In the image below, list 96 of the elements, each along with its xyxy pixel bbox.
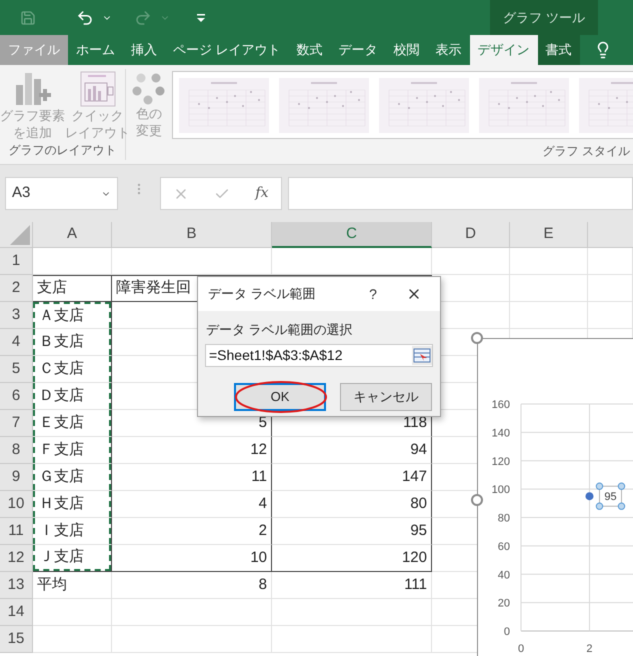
row-header[interactable]: 1 [0, 248, 33, 275]
select-all-corner-icon[interactable] [10, 225, 30, 245]
ribbon-tab[interactable]: 挿入 [123, 35, 165, 65]
table-cell: Ｅ支店 [33, 410, 111, 436]
dialog-button[interactable]: キャンセル [340, 382, 432, 410]
help-button[interactable]: ? [358, 284, 388, 304]
y-tick-label: 0 [504, 626, 510, 638]
row-header[interactable]: 10 [0, 491, 33, 518]
customize-icon[interactable] [196, 12, 206, 22]
ribbon-tab[interactable]: 書式 [538, 35, 580, 65]
table-cell-text: 12 [249, 440, 268, 460]
row-header[interactable]: 6 [0, 383, 33, 410]
table-cell-text: 支店 [36, 278, 68, 298]
row-header[interactable]: 15 [0, 626, 33, 653]
range-select-icon[interactable] [412, 346, 432, 364]
save-icon[interactable] [20, 10, 36, 26]
ribbon-tab[interactable]: ホーム [68, 35, 123, 65]
context-tab-header: グラフ ツール [490, 0, 598, 35]
formula-input[interactable] [288, 177, 633, 210]
table-cell-text: 118 [402, 412, 428, 433]
table-cell: Ｈ支店 [33, 491, 111, 517]
column-header[interactable]: C [272, 222, 432, 248]
data-point[interactable] [585, 492, 594, 500]
row-header[interactable]: 4 [0, 329, 33, 356]
y-tick-label: 160 [492, 399, 510, 411]
layout-icon [80, 71, 116, 107]
table-cell-text: 80 [409, 494, 428, 514]
name-box[interactable]: A3 [5, 177, 118, 210]
chart-area[interactable]: 0 20 40 60 80 100 120 140 160 0 2 95 [477, 338, 633, 656]
chart-add-icon [14, 71, 52, 107]
column-header[interactable]: A [33, 222, 112, 248]
row-header[interactable]: 9 [0, 464, 33, 491]
y-tick-label: 100 [492, 484, 510, 496]
table-cell-text: 120 [400, 548, 428, 568]
table-cell: Ｆ支店 [33, 437, 111, 463]
row-header[interactable]: 8 [0, 437, 33, 464]
table-cell-text: 11 [250, 466, 268, 487]
column-header[interactable] [588, 222, 633, 248]
ribbon-tab[interactable]: 校閲 [386, 35, 428, 65]
chart-style-thumbnail[interactable] [179, 78, 269, 132]
chart-style-thumbnail[interactable] [379, 78, 469, 132]
table-cell: Ｃ支店 [33, 356, 111, 382]
y-tick-label: 80 [498, 512, 510, 524]
table-cell-text: 4 [258, 494, 268, 514]
resize-handle[interactable] [471, 332, 483, 344]
y-tick-label: 140 [492, 427, 510, 440]
undo-icon[interactable] [76, 8, 94, 26]
table-cell-text: 2 [258, 520, 268, 541]
group-label: グラフ スタイル [542, 143, 630, 160]
chart-style-thumbnail[interactable] [479, 78, 569, 132]
table-cell-text: 平均 [36, 574, 68, 595]
row-header[interactable]: 3 [0, 302, 33, 329]
column-header[interactable]: D [432, 222, 510, 248]
group-label: グラフのレイアウト [8, 142, 118, 159]
row-header[interactable]: 13 [0, 572, 33, 599]
row-header[interactable]: 7 [0, 410, 33, 437]
chart-style-thumbnail[interactable] [279, 78, 369, 132]
field-label: データ ラベル範囲の選択 [205, 321, 354, 339]
row-header[interactable]: 11 [0, 518, 33, 545]
table-cell: Ｂ支店 [33, 329, 111, 355]
insert-function-button[interactable]: fx [255, 183, 268, 204]
table-cell-text: 8 [258, 574, 268, 595]
x-tick-label: 0 [518, 643, 524, 655]
table-cell: Ａ支店 [33, 302, 111, 328]
y-tick-label: 60 [498, 540, 510, 553]
table-cell-text: 147 [400, 466, 428, 487]
dialog-title: データ ラベル範囲 [208, 285, 317, 304]
range-input[interactable]: =Sheet1!$A$3:$A$12 [205, 344, 433, 366]
ribbon-tab[interactable]: 数式 [288, 35, 331, 65]
column-header[interactable]: B [112, 222, 272, 248]
table-cell-text: 94 [409, 440, 428, 460]
row-header[interactable]: 2 [0, 275, 33, 302]
table-cell: Ｇ支店 [33, 464, 111, 490]
x-tick-label: 2 [586, 643, 593, 655]
table-cell: Ｊ支店 [33, 545, 111, 571]
row-header[interactable]: 14 [0, 599, 33, 626]
y-tick-label: 120 [492, 456, 510, 468]
column-header[interactable]: E [510, 222, 588, 248]
ribbon-tab[interactable]: 表示 [428, 35, 470, 65]
ribbon-tab[interactable]: データ [330, 35, 386, 65]
y-tick-label: 40 [498, 569, 510, 582]
table-cell-text: 111 [403, 574, 428, 595]
table-cell-text: 障害発生回 [115, 278, 192, 298]
table-cell-text: 10 [249, 548, 268, 568]
table-cell-text: 95 [409, 520, 428, 541]
table-cell: Ｉ支店 [33, 518, 111, 544]
table-cell: Ｄ支店 [33, 383, 111, 409]
y-tick-label: 20 [498, 598, 510, 610]
ribbon-tab[interactable]: デザイン [470, 35, 538, 65]
palette-dots-icon [132, 71, 166, 105]
resize-handle[interactable] [471, 494, 483, 506]
redo-icon[interactable] [134, 8, 152, 26]
row-header[interactable]: 12 [0, 545, 33, 572]
row-header[interactable]: 5 [0, 356, 33, 383]
data-label: 95 [604, 491, 617, 504]
ribbon-tab[interactable]: ページ レイアウト [165, 35, 289, 65]
